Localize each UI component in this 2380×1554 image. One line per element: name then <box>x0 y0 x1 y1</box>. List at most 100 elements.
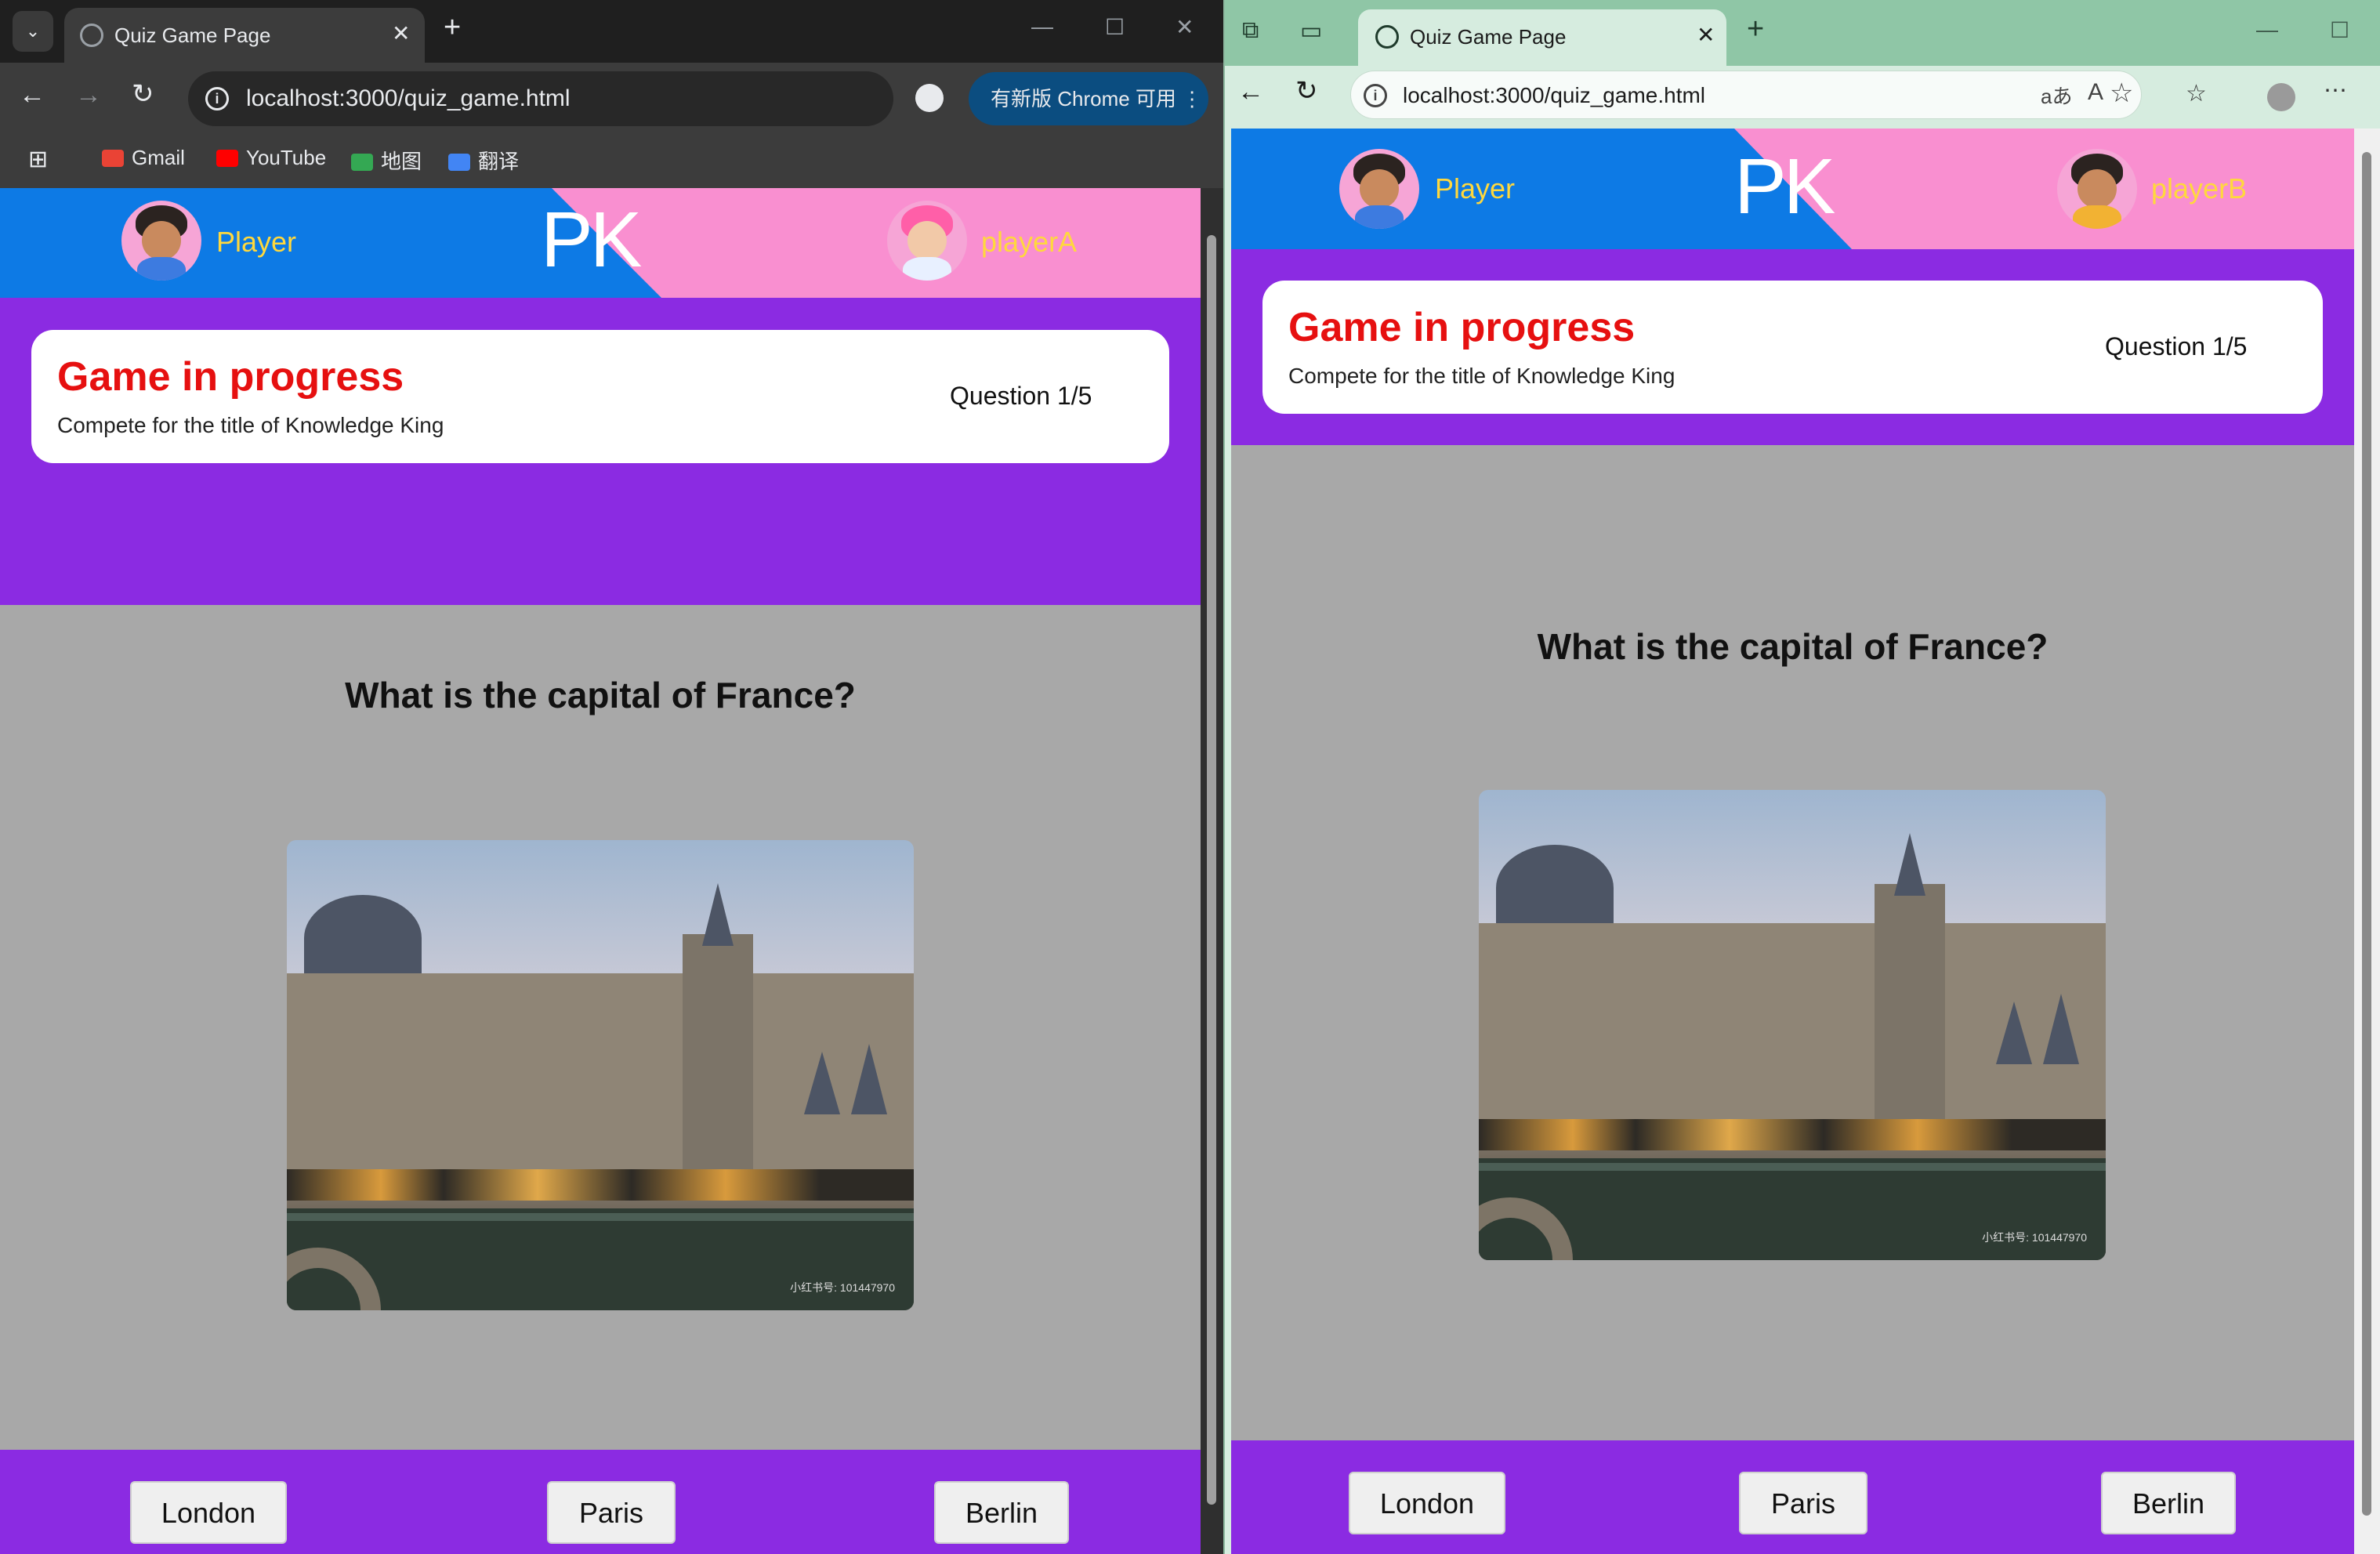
status-card: Game in progress Compete for the title o… <box>1262 281 2323 414</box>
player-name-left: Player <box>216 226 297 258</box>
tab-title: Quiz Game Page <box>1410 25 1567 49</box>
youtube-icon <box>216 150 238 167</box>
pk-header: Player PK playerA <box>0 188 1201 298</box>
status-title: Game in progress <box>57 354 404 400</box>
address-bar[interactable]: i localhost:3000/quiz_game.html ⛶ ☆ <box>188 71 1052 126</box>
back-icon[interactable]: ← <box>1237 77 1264 107</box>
profile-icon[interactable] <box>2267 83 2295 111</box>
close-window-icon[interactable]: ✕ <box>1176 14 1194 40</box>
immersive-reader-icon[interactable]: A <box>2088 79 2103 106</box>
player-name-right: playerA <box>981 226 1078 258</box>
bookmark-gmail[interactable]: Gmail <box>102 146 185 170</box>
question-text: What is the capital of France? <box>345 675 856 715</box>
answer-button-paris[interactable]: Paris <box>1739 1472 1867 1534</box>
star-icon[interactable]: ☆ <box>2110 78 2133 109</box>
maximize-icon[interactable]: ☐ <box>1105 14 1125 40</box>
status-card: Game in progress Compete for the title o… <box>31 330 1169 463</box>
bookmark-label: YouTube <box>246 146 327 169</box>
workspaces-icon[interactable]: ⧉ <box>1242 17 1259 44</box>
address-bar[interactable]: i localhost:3000/quiz_game.html aあ A ☆ <box>1350 71 2142 119</box>
close-icon[interactable]: ✕ <box>392 20 410 46</box>
update-label: 有新版 Chrome 可用 <box>991 87 1176 110</box>
reload-icon[interactable]: ↻ <box>132 78 154 110</box>
status-title: Game in progress <box>1288 305 1636 350</box>
image-watermark: 小红书号: 101447970 <box>790 1281 895 1294</box>
scrollbar-thumb[interactable] <box>2362 152 2371 1516</box>
player-avatar <box>121 201 201 281</box>
minimize-icon[interactable]: — <box>1031 14 1053 39</box>
answer-button-berlin[interactable]: Berlin <box>2101 1472 2236 1534</box>
more-icon[interactable]: ⋯ <box>2324 77 2347 104</box>
status-section: Game in progress Compete for the title o… <box>0 298 1201 605</box>
pk-label: PK <box>541 196 642 284</box>
question-image: 小红书号: 101447970 <box>287 840 914 1310</box>
update-chrome-button[interactable]: 有新版 Chrome 可用 ⋮ <box>969 72 1208 125</box>
scrollbar[interactable] <box>1201 188 1223 1554</box>
url-text[interactable]: localhost:3000/quiz_game.html <box>246 85 571 112</box>
tab-strip: ⧉ ▭ Quiz Game Page ✕ + — ☐ <box>1225 0 2380 66</box>
question-counter: Question 1/5 <box>2105 332 2248 360</box>
close-icon[interactable]: ✕ <box>1697 22 1715 48</box>
chrome-window: ⌄ Quiz Game Page ✕ + — ☐ ✕ ← → ↻ i local… <box>0 0 1223 1554</box>
page-viewport: Player PK playerB Game in progress Compe… <box>1231 129 2354 1554</box>
pk-label: PK <box>1734 143 1835 230</box>
answers-section: London Paris Berlin <box>0 1450 1201 1554</box>
plus-icon[interactable]: + <box>444 11 461 45</box>
image-watermark: 小红书号: 101447970 <box>1982 1231 2087 1244</box>
gmail-icon <box>102 150 124 167</box>
answer-button-london[interactable]: London <box>1349 1472 1505 1534</box>
tab-title: Quiz Game Page <box>114 24 271 47</box>
more-icon: ⋮ <box>1182 87 1203 110</box>
answer-button-berlin[interactable]: Berlin <box>934 1481 1069 1544</box>
info-icon[interactable]: i <box>205 87 229 110</box>
maximize-icon[interactable]: ☐ <box>2330 17 2349 43</box>
info-icon[interactable]: i <box>1364 84 1387 107</box>
minimize-icon[interactable]: — <box>2256 17 2278 42</box>
answers-section: London Paris Berlin <box>1231 1440 2354 1554</box>
page-viewport: Player PK playerA Game in progress Compe… <box>0 188 1201 1554</box>
status-subtitle: Compete for the title of Knowledge King <box>1288 364 1675 388</box>
profile-icon[interactable] <box>915 84 944 112</box>
bookmarks-bar: ⊞ Gmail YouTube 地图 翻译 <box>0 135 1223 188</box>
player-name-left: Player <box>1435 172 1516 205</box>
plus-icon[interactable]: + <box>1747 13 1764 46</box>
globe-icon <box>80 24 103 47</box>
favorites-icon[interactable]: ☆ <box>2186 80 2207 107</box>
bookmark-translate[interactable]: 翻译 <box>448 146 519 175</box>
url-text[interactable]: localhost:3000/quiz_game.html <box>1403 83 1705 108</box>
browser-tab[interactable]: Quiz Game Page ✕ <box>64 8 425 63</box>
globe-icon <box>1375 25 1399 49</box>
question-image: 小红书号: 101447970 <box>1479 790 2106 1260</box>
pk-header: Player PK playerB <box>1231 129 2354 249</box>
toolbar: ← ↻ i localhost:3000/quiz_game.html aあ A… <box>1225 66 2380 129</box>
bookmark-maps[interactable]: 地图 <box>351 146 422 175</box>
bookmark-label: 翻译 <box>478 150 520 173</box>
scrollbar[interactable] <box>2354 129 2380 1554</box>
bookmark-label: 地图 <box>381 150 422 173</box>
bookmark-youtube[interactable]: YouTube <box>216 146 326 170</box>
player-avatar <box>1339 149 1419 229</box>
player-name-right: playerB <box>2151 172 2248 205</box>
scrollbar-thumb[interactable] <box>1207 235 1216 1505</box>
back-icon[interactable]: ← <box>19 80 45 110</box>
answer-button-london[interactable]: London <box>130 1481 287 1544</box>
tab-search-icon[interactable]: ⌄ <box>13 11 53 52</box>
browser-tab[interactable]: Quiz Game Page ✕ <box>1358 9 1726 66</box>
apps-icon[interactable]: ⊞ <box>28 146 48 173</box>
read-aloud-icon[interactable]: aあ <box>2041 81 2072 110</box>
maps-icon <box>351 154 373 171</box>
edge-window: ⧉ ▭ Quiz Game Page ✕ + — ☐ ← ↻ i localho… <box>1223 0 2380 1554</box>
translate-bookmark-icon <box>448 154 470 171</box>
forward-icon[interactable]: → <box>75 80 102 110</box>
opponent-avatar <box>2057 149 2137 229</box>
opponent-avatar <box>887 201 967 281</box>
pink-panel <box>552 188 1201 298</box>
tab-actions-icon[interactable]: ▭ <box>1300 17 1322 45</box>
toolbar: ← → ↻ i localhost:3000/quiz_game.html ⛶ … <box>0 63 1223 135</box>
tab-strip: ⌄ Quiz Game Page ✕ + — ☐ ✕ <box>0 0 1223 63</box>
question-text: What is the capital of France? <box>1537 626 2049 667</box>
answer-button-paris[interactable]: Paris <box>547 1481 676 1544</box>
status-subtitle: Compete for the title of Knowledge King <box>57 413 444 437</box>
status-section: Game in progress Compete for the title o… <box>1231 249 2354 445</box>
reload-icon[interactable]: ↻ <box>1295 75 1318 107</box>
